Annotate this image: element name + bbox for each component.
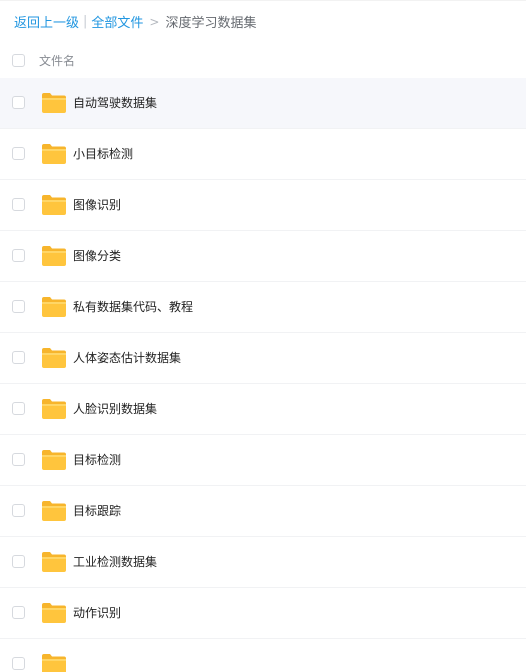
select-all-checkbox[interactable]: [12, 53, 25, 67]
folder-name[interactable]: 图像识别: [73, 180, 121, 230]
folder-row[interactable]: 小目标检测: [0, 129, 526, 180]
folder-name[interactable]: 自动驾驶数据集: [73, 78, 157, 128]
folder-icon: [42, 450, 66, 470]
folder-icon: [42, 552, 66, 572]
folder-row[interactable]: 工业检测数据集: [0, 537, 526, 588]
back-link[interactable]: 返回上一级: [14, 12, 79, 31]
folder-row[interactable]: 自动驾驶数据集: [0, 78, 526, 129]
row-checkbox[interactable]: [12, 147, 25, 160]
folder-icon: [42, 501, 66, 521]
folder-icon: [42, 144, 66, 164]
folder-name[interactable]: 工业检测数据集: [73, 537, 157, 587]
row-checkbox[interactable]: [12, 657, 25, 670]
row-checkbox[interactable]: [12, 300, 25, 313]
breadcrumb: 返回上一级 | 全部文件 > 深度学习数据集: [0, 0, 526, 42]
folder-list: 自动驾驶数据集 小目标检测 图像识别 图像分类 私有数据集代码、教程 人体姿态估计数据集人…: [0, 78, 526, 672]
folder-row[interactable]: 图像识别: [0, 180, 526, 231]
folder-name[interactable]: 人脸识别数据集: [73, 384, 157, 434]
folder-row[interactable]: 人体姿态估计数据集: [0, 333, 526, 384]
all-files-link[interactable]: 全部文件: [91, 12, 143, 31]
folder-name[interactable]: 目标跟踪: [73, 486, 121, 536]
folder-icon: [42, 654, 66, 672]
folder-name[interactable]: 动作识别: [73, 588, 121, 638]
folder-row[interactable]: 人脸识别数据集: [0, 384, 526, 435]
folder-icon: [42, 246, 66, 266]
row-checkbox[interactable]: [12, 198, 25, 211]
row-checkbox[interactable]: [12, 453, 25, 466]
folder-row[interactable]: 私有数据集代码、教程: [0, 282, 526, 333]
folder-name[interactable]: 目标检测: [73, 435, 121, 485]
current-folder-label: 深度学习数据集: [165, 16, 257, 31]
folder-row[interactable]: 目标检测: [0, 435, 526, 486]
breadcrumb-divider: |: [83, 14, 88, 29]
folder-icon: [42, 93, 66, 113]
breadcrumb-separator: >: [149, 14, 160, 29]
folder-row[interactable]: 图像分类: [0, 231, 526, 282]
row-checkbox[interactable]: [12, 96, 25, 109]
folder-icon: [42, 348, 66, 368]
folder-icon: [42, 297, 66, 317]
folder-name[interactable]: 图像分类: [73, 231, 121, 281]
file-browser: 返回上一级 | 全部文件 > 深度学习数据集 文件名 自动驾驶数据集 小目标检测图…: [0, 0, 526, 672]
folder-row[interactable]: [0, 639, 526, 672]
folder-name[interactable]: 私有数据集代码、教程: [73, 282, 193, 332]
row-checkbox[interactable]: [12, 555, 25, 568]
folder-row[interactable]: 动作识别: [0, 588, 526, 639]
row-checkbox[interactable]: [12, 351, 25, 364]
folder-icon: [42, 195, 66, 215]
folder-name[interactable]: 人体姿态估计数据集: [73, 333, 181, 383]
folder-icon: [42, 603, 66, 623]
row-checkbox[interactable]: [12, 402, 25, 415]
folder-name[interactable]: 小目标检测: [73, 129, 133, 179]
list-header: 文件名: [0, 42, 526, 78]
row-checkbox[interactable]: [12, 249, 25, 262]
row-checkbox[interactable]: [12, 504, 25, 517]
row-checkbox[interactable]: [12, 606, 25, 619]
folder-icon: [42, 399, 66, 419]
column-header-filename: 文件名: [39, 53, 76, 68]
folder-row[interactable]: 目标跟踪: [0, 486, 526, 537]
